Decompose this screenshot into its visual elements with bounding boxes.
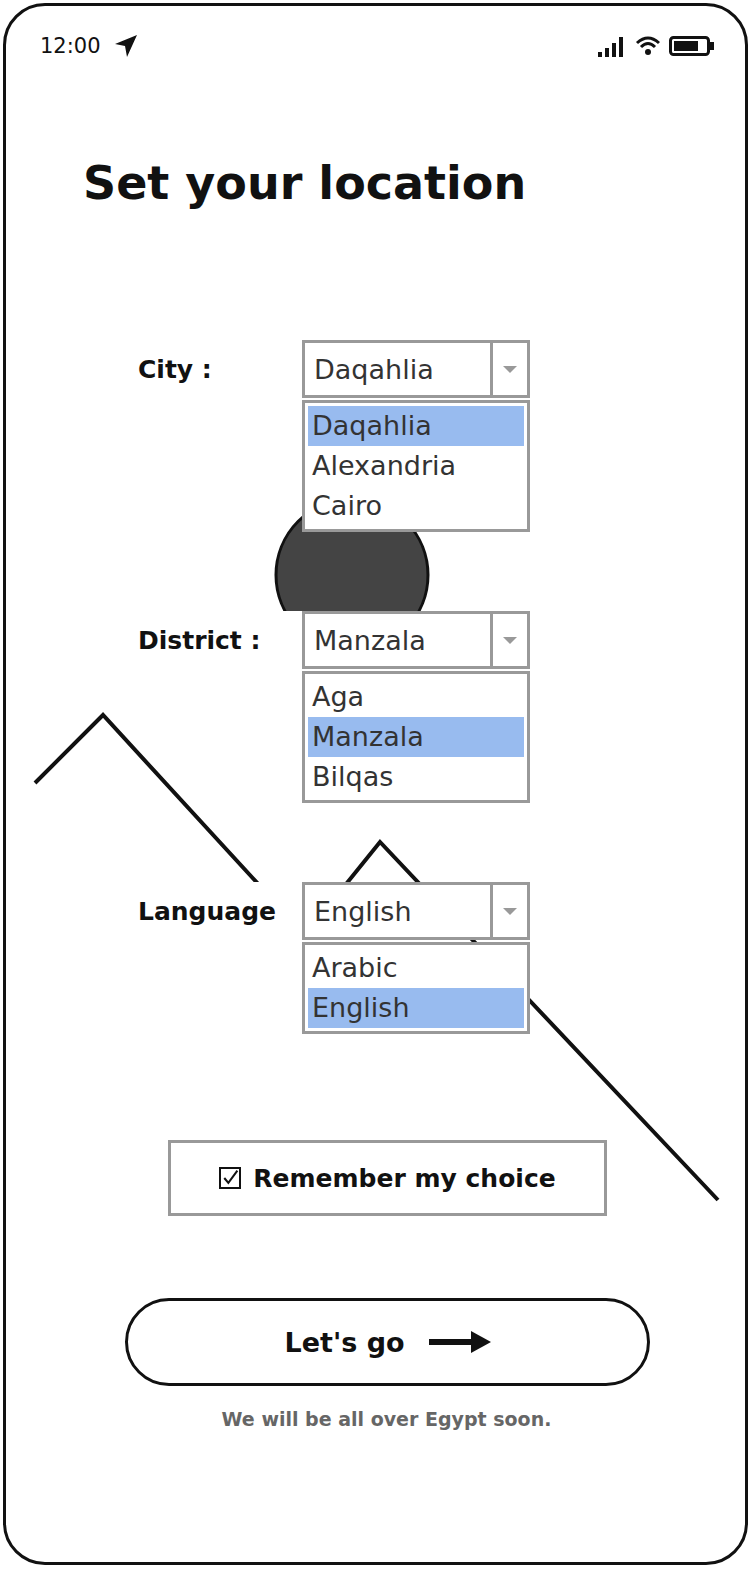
remember-checkbox[interactable]: Remember my choice	[168, 1140, 607, 1216]
dropdown-option[interactable]: Manzala	[308, 717, 524, 757]
form-field: Language English ArabicEnglish	[6, 882, 745, 1034]
dropdown-option[interactable]: English	[308, 988, 524, 1028]
dropdown-option[interactable]: Arabic	[308, 948, 524, 988]
dropdown-arrow[interactable]	[490, 614, 527, 666]
footer-note: We will be all over Egypt soon.	[6, 1408, 745, 1430]
dropdown-arrow[interactable]	[490, 885, 527, 937]
phone-frame: 12:00 Set your location City : Daqahlia …	[3, 3, 748, 1565]
field-label: City :	[138, 340, 302, 398]
checkbox[interactable]	[219, 1167, 241, 1189]
dropdown-option[interactable]: Bilqas	[308, 757, 524, 797]
dropdown-option[interactable]: Daqahlia	[308, 406, 524, 446]
dropdown-value: Manzala	[305, 614, 490, 666]
form-field: City : Daqahlia DaqahliaAlexandriaCairo	[6, 340, 745, 532]
lets-go-button[interactable]: Let's go	[125, 1298, 650, 1386]
dropdown-box[interactable]: Manzala	[302, 611, 530, 669]
dropdown-list: ArabicEnglish	[302, 942, 530, 1034]
battery-icon	[669, 35, 715, 57]
status-time: 12:00	[40, 34, 101, 58]
form-field: District : Manzala AgaManzalaBilqas	[6, 611, 745, 803]
dropdown-value: Daqahlia	[305, 343, 490, 395]
caret-down-icon	[502, 906, 518, 916]
dropdown-box[interactable]: Daqahlia	[302, 340, 530, 398]
dropdown[interactable]: English ArabicEnglish	[302, 882, 530, 1034]
dropdown[interactable]: Daqahlia DaqahliaAlexandriaCairo	[302, 340, 530, 532]
arrow-right-icon	[429, 1330, 491, 1354]
caret-down-icon	[502, 364, 518, 374]
dropdown-arrow[interactable]	[490, 343, 527, 395]
dropdown-list: DaqahliaAlexandriaCairo	[302, 400, 530, 532]
dropdown-option[interactable]: Alexandria	[308, 446, 524, 486]
signal-icon	[597, 35, 627, 57]
dropdown-option[interactable]: Aga	[308, 677, 524, 717]
dropdown-list: AgaManzalaBilqas	[302, 671, 530, 803]
status-bar: 12:00	[6, 6, 745, 86]
checkbox-label: Remember my choice	[253, 1164, 555, 1193]
dropdown[interactable]: Manzala AgaManzalaBilqas	[302, 611, 530, 803]
dropdown-box[interactable]: English	[302, 882, 530, 940]
field-label: Language	[138, 882, 302, 940]
caret-down-icon	[502, 635, 518, 645]
location-arrow-icon	[113, 33, 139, 59]
dropdown-option[interactable]: Cairo	[308, 486, 524, 526]
field-label: District :	[138, 611, 302, 669]
dropdown-value: English	[305, 885, 490, 937]
page-title: Set your location	[83, 153, 745, 213]
wifi-icon	[635, 35, 661, 57]
check-icon	[221, 1167, 239, 1189]
location-form: City : Daqahlia DaqahliaAlexandriaCairoD…	[6, 340, 745, 1034]
